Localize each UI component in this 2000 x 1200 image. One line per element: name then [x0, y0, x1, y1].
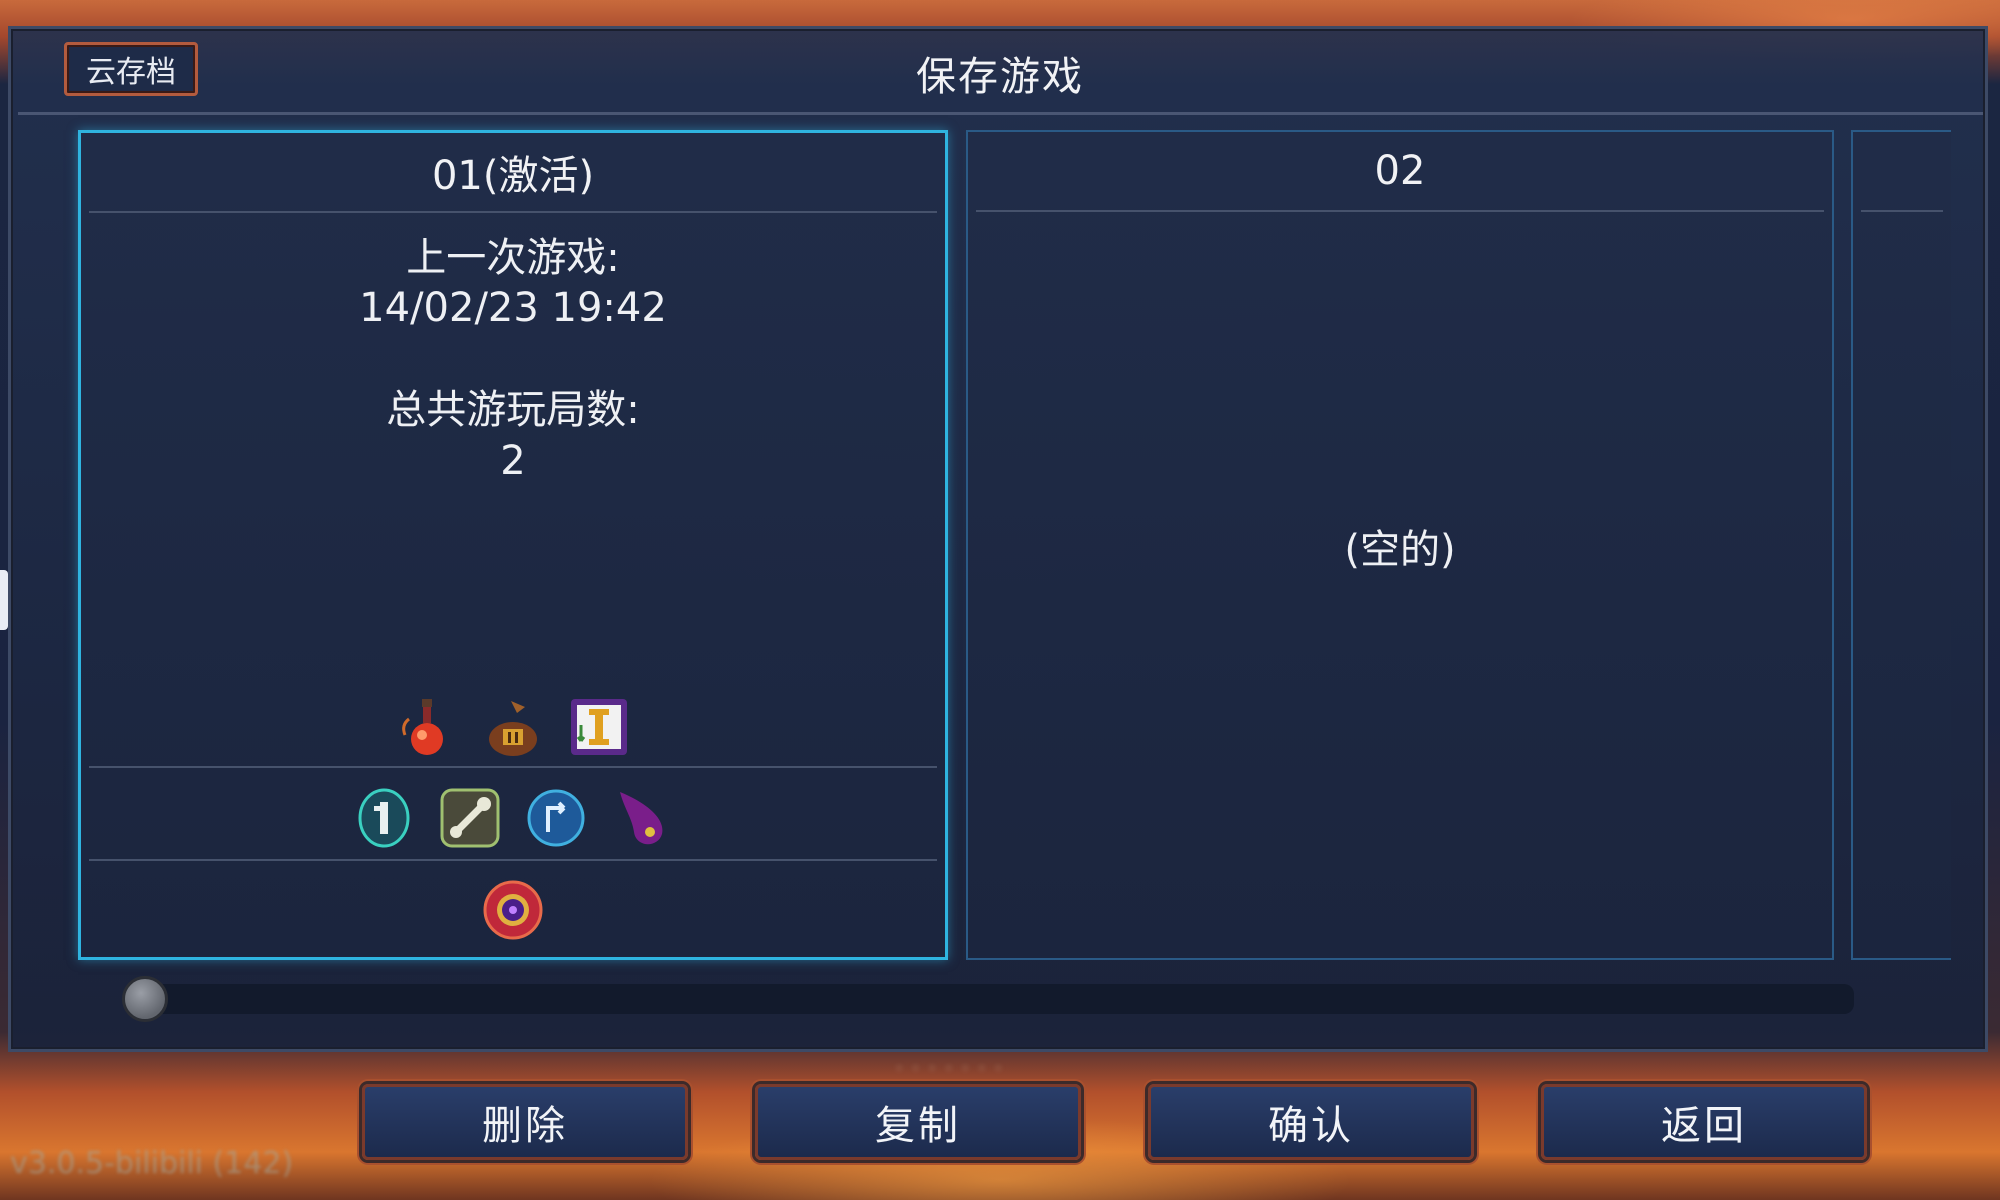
- save-slot-02[interactable]: 02 (空的): [966, 130, 1834, 960]
- side-tab-handle[interactable]: [0, 570, 8, 630]
- title-divider: [18, 112, 1983, 115]
- copy-button[interactable]: 复制: [755, 1084, 1081, 1160]
- purple-flame-icon: [620, 792, 663, 845]
- slot-header: 02: [1374, 148, 1426, 194]
- delete-button[interactable]: 删除: [362, 1084, 688, 1160]
- page-title: 保存游戏: [916, 54, 1084, 100]
- scrollbar-thumb[interactable]: [122, 976, 168, 1022]
- version-label: v3.0.5-bilibili (142): [10, 1146, 294, 1181]
- treasure-bag-icon: [489, 701, 537, 756]
- save-slot-01[interactable]: 01(激活) 上一次游戏: 14/02/23 19:42 总共游玩局数: 2: [78, 130, 948, 960]
- slot-divider: [89, 766, 937, 768]
- item-row-3: [81, 878, 945, 942]
- total-runs-label: 总共游玩局数:: [386, 387, 640, 433]
- slot-header: 01(激活): [431, 153, 595, 199]
- confirm-button[interactable]: 确认: [1148, 1084, 1474, 1160]
- red-eye-amulet-icon: [483, 880, 543, 940]
- last-played-label: 上一次游戏:: [406, 235, 620, 281]
- item-row-1: [81, 695, 945, 759]
- item-row-2: [81, 786, 945, 850]
- teal-rune-icon: [358, 788, 410, 848]
- slot-divider: [89, 211, 937, 213]
- slot-divider: [976, 210, 1824, 212]
- slot-divider: [89, 859, 937, 861]
- last-played-value: 14/02/23 19:42: [359, 285, 667, 331]
- wrench-rune-icon: [440, 788, 500, 848]
- health-potion-icon: [402, 699, 443, 755]
- save-slot-partial[interactable]: [1851, 130, 1951, 960]
- slot-divider: [1861, 210, 1943, 212]
- empty-slot-text: (空的): [1344, 527, 1456, 573]
- tier-scroll-icon: [571, 699, 627, 755]
- back-button[interactable]: 返回: [1541, 1084, 1867, 1160]
- blue-orb-rune-icon: [527, 789, 585, 847]
- horizontal-scrollbar[interactable]: [128, 984, 1854, 1014]
- background-text: · · · · · · ·: [895, 1054, 1003, 1084]
- total-runs-value: 2: [500, 438, 526, 484]
